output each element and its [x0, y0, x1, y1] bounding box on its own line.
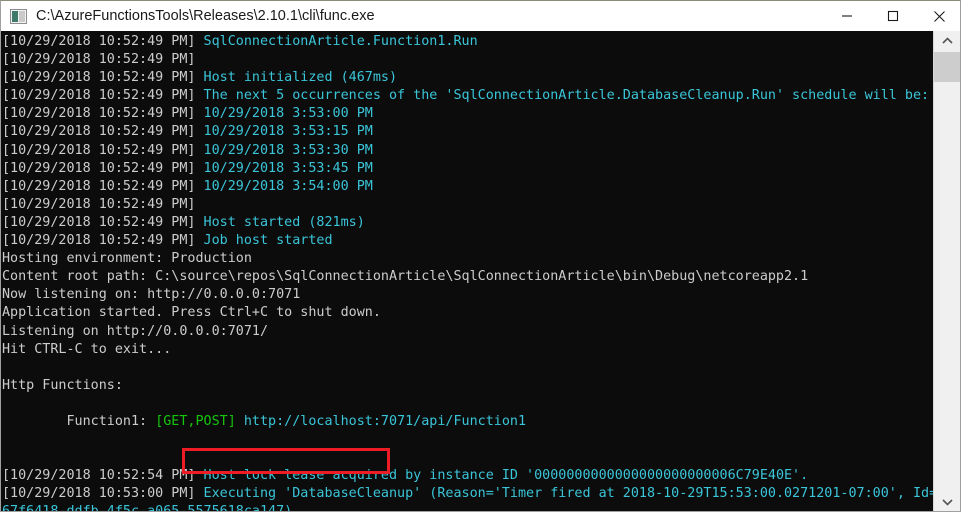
maximize-button[interactable]	[870, 1, 916, 31]
line-timestamp: [10/29/2018 10:52:49 PM]	[2, 52, 196, 68]
line-message: Job host started	[203, 233, 333, 249]
line-timestamp: [10/29/2018 10:52:49 PM]	[2, 124, 204, 140]
terminal-line: 67f6418-ddfb-4f5c-a065-5575618ca147)	[1, 503, 935, 512]
line-message: 10/29/2018 3:53:45 PM	[203, 160, 373, 176]
line-segment: [GET,POST]	[155, 413, 236, 429]
line-timestamp: [10/29/2018 10:52:49 PM]	[2, 160, 204, 176]
terminal-line: [10/29/2018 10:52:49 PM] The next 5 occu…	[1, 87, 935, 105]
line-timestamp: [10/29/2018 10:52:49 PM]	[2, 233, 204, 249]
line-message: 10/29/2018 3:53:15 PM	[203, 124, 373, 140]
close-button[interactable]	[916, 1, 960, 31]
window-controls	[824, 1, 960, 31]
terminal-line: [10/29/2018 10:52:49 PM] 10/29/2018 3:53…	[1, 123, 935, 141]
maximize-icon	[887, 10, 899, 22]
terminal-line: [10/29/2018 10:52:49 PM] Host started (8…	[1, 214, 935, 232]
terminal-line: [10/29/2018 10:52:49 PM] SqlConnectionAr…	[1, 33, 935, 51]
close-icon	[933, 10, 945, 22]
terminal-output[interactable]: [10/29/2018 10:52:49 PM] SqlConnectionAr…	[1, 31, 935, 512]
title-bar[interactable]: C:\AzureFunctionsTools\Releases\2.10.1\c…	[1, 1, 960, 31]
line-message: SqlConnectionArticle.Function1.Run	[203, 34, 478, 49]
terminal-line: [10/29/2018 10:52:49 PM] 10/29/2018 3:54…	[1, 178, 935, 196]
terminal-line: [10/29/2018 10:52:49 PM]	[1, 196, 935, 214]
terminal-line: Hosting environment: Production	[1, 250, 935, 268]
line-timestamp: [10/29/2018 10:52:49 PM]	[2, 178, 204, 194]
line-message: Application started. Press Ctrl+C to shu…	[2, 305, 381, 321]
line-timestamp: [10/29/2018 10:52:49 PM]	[2, 142, 204, 158]
line-timestamp: [10/29/2018 10:52:49 PM]	[2, 214, 204, 230]
line-timestamp: [10/29/2018 10:52:49 PM]	[2, 34, 204, 49]
terminal-line: Now listening on: http://0.0.0.0:7071	[1, 286, 935, 304]
terminal-line: Function1: [GET,POST] http://localhost:7…	[1, 413, 935, 431]
line-message: Host started (821ms)	[203, 214, 365, 230]
line-timestamp: [10/29/2018 10:52:54 PM]	[2, 468, 204, 484]
line-message: 10/29/2018 3:53:00 PM	[203, 106, 373, 122]
scroll-up-button[interactable]	[934, 31, 960, 51]
console-window: C:\AzureFunctionsTools\Releases\2.10.1\c…	[0, 0, 961, 512]
terminal-line: [10/29/2018 10:52:49 PM] 10/29/2018 3:53…	[1, 160, 935, 178]
line-timestamp: [10/29/2018 10:53:00 PM]	[2, 486, 204, 502]
line-timestamp: [10/29/2018 10:52:49 PM]	[2, 70, 204, 86]
line-timestamp: [10/29/2018 10:52:49 PM]	[2, 106, 204, 122]
line-message: Host lock lease acquired by instance ID …	[203, 468, 809, 484]
terminal-line: [10/29/2018 10:52:54 PM] Host lock lease…	[1, 467, 935, 485]
terminal-line: Content root path: C:\source\repos\SqlCo…	[1, 268, 935, 286]
scroll-down-button[interactable]	[934, 492, 960, 511]
line-message: Now listening on: http://0.0.0.0:7071	[2, 287, 301, 303]
terminal-line: Http Functions:	[1, 377, 935, 395]
line-timestamp: [10/29/2018 10:52:49 PM]	[2, 88, 204, 104]
terminal-line: [10/29/2018 10:52:49 PM] Job host starte…	[1, 232, 935, 250]
console-window-icon	[10, 8, 27, 24]
line-message: 10/29/2018 3:53:30 PM	[203, 142, 373, 158]
line-message: Http Functions:	[2, 377, 123, 393]
scrollbar-thumb[interactable]	[934, 52, 960, 82]
line-segment: Function1:	[2, 413, 156, 429]
chevron-down-icon	[941, 499, 953, 506]
line-segment	[236, 414, 244, 429]
terminal-line: [10/29/2018 10:52:49 PM] 10/29/2018 3:53…	[1, 105, 935, 123]
line-message: The next 5 occurrences of the 'SqlConnec…	[203, 88, 930, 104]
line-segment: http://localhost:7071/api/Function1	[243, 413, 527, 429]
line-message: Hit CTRL-C to exit...	[2, 341, 172, 357]
line-message: Content root path: C:\source\repos\SqlCo…	[2, 269, 809, 285]
minimize-icon	[842, 15, 852, 17]
terminal-line: [10/29/2018 10:53:00 PM] Executing 'Data…	[1, 485, 935, 503]
chevron-up-icon	[941, 37, 953, 44]
terminal-line: [10/29/2018 10:52:49 PM] 10/29/2018 3:53…	[1, 142, 935, 160]
terminal-line: Application started. Press Ctrl+C to shu…	[1, 304, 935, 322]
line-message: 10/29/2018 3:54:00 PM	[203, 178, 373, 194]
line-message: Executing 'DatabaseCleanup' (Reason='Tim…	[203, 486, 935, 502]
line-timestamp: [10/29/2018 10:52:49 PM]	[2, 196, 196, 212]
terminal-line: Listening on http://0.0.0.0:7071/	[1, 323, 935, 341]
minimize-button[interactable]	[824, 1, 870, 31]
line-message: 67f6418-ddfb-4f5c-a065-5575618ca147)	[2, 504, 293, 512]
terminal-line: [10/29/2018 10:52:49 PM] Host initialize…	[1, 69, 935, 87]
terminal-line: Hit CTRL-C to exit...	[1, 341, 935, 359]
terminal-line: [10/29/2018 10:52:49 PM]	[1, 51, 935, 69]
vertical-scrollbar[interactable]	[933, 31, 960, 511]
window-title: C:\AzureFunctionsTools\Releases\2.10.1\c…	[36, 8, 375, 24]
line-message: Hosting environment: Production	[2, 251, 252, 267]
line-message: Listening on http://0.0.0.0:7071/	[2, 323, 269, 339]
line-message: Host initialized (467ms)	[203, 70, 398, 86]
